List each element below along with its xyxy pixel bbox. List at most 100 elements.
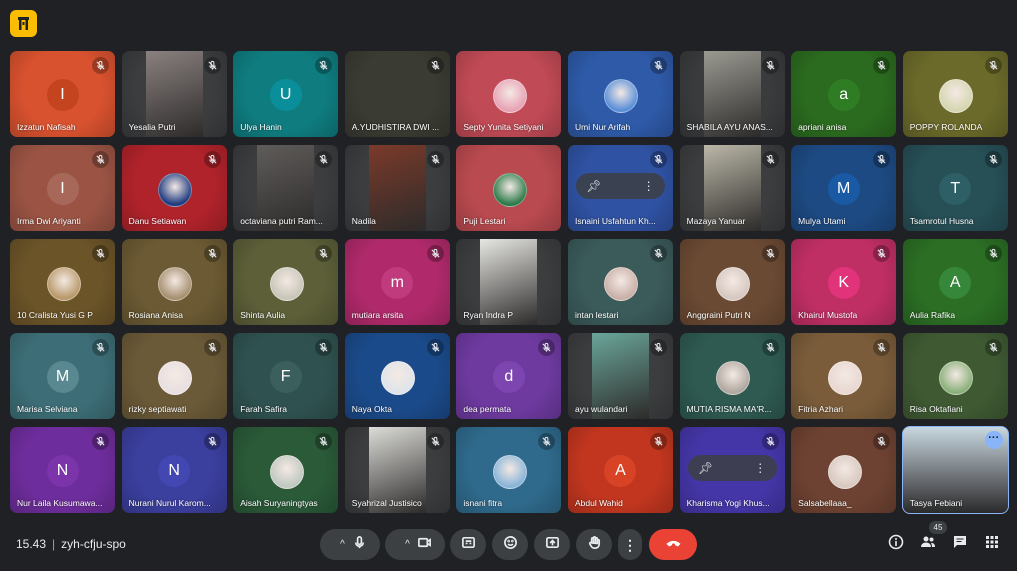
mic-control[interactable]: ^	[320, 529, 380, 560]
chevron-up-icon[interactable]: ^	[334, 539, 352, 550]
participant-tile[interactable]: A Abdul Wahid	[567, 427, 673, 513]
participant-tile[interactable]: Risa Oktafiani	[902, 333, 1008, 419]
participant-tile[interactable]: Anggraini Putri N	[679, 239, 785, 325]
participant-tile[interactable]: Umi Nur Arifah	[567, 51, 673, 137]
camera-control[interactable]: ^	[385, 529, 445, 560]
more-horiz-icon[interactable]: ···	[984, 431, 1003, 449]
avatar: K	[827, 267, 860, 299]
participant-tile[interactable]: N Nurani Nurul Karom...	[121, 427, 227, 513]
participant-tile[interactable]: Rosiana Anisa	[121, 239, 227, 325]
participant-tile[interactable]: U Ulya Hanin	[233, 51, 339, 137]
participant-tile[interactable]: Aisah Suryaningtyas	[233, 427, 339, 513]
participant-tile[interactable]: A.YUDHISTIRA DWI ...	[344, 51, 450, 137]
mic-off-icon	[426, 339, 444, 356]
participant-name: Aisah Suryaningtyas	[240, 498, 318, 508]
participant-tile[interactable]: ··· Tasya Febiani	[901, 426, 1009, 514]
chevron-up-icon[interactable]: ^	[399, 539, 417, 550]
chat-icon	[952, 534, 968, 555]
participant-tile[interactable]: 10 Cralista Yusi G P	[10, 239, 115, 325]
participant-tile[interactable]: Mazaya Yanuar	[679, 145, 785, 231]
activities-button[interactable]	[982, 534, 1002, 554]
participant-tile[interactable]: Septy Yunita Setiyani	[456, 51, 562, 137]
participant-tile[interactable]: I Izzatun Nafisah	[10, 51, 115, 137]
participant-name: Farah Safira	[240, 404, 287, 414]
participant-tile[interactable]: A Aulia Rafika	[902, 239, 1008, 325]
participant-name: Tasya Febiani	[909, 498, 963, 508]
participant-tile[interactable]: Salsabellaaa_	[791, 427, 897, 513]
participant-tile[interactable]: Shinta Aulia	[233, 239, 339, 325]
participant-tile[interactable]: ayu wulandari	[567, 333, 673, 419]
participant-tile[interactable]: F Farah Safira	[233, 333, 339, 419]
participant-tile[interactable]: d dea permata	[456, 333, 562, 419]
more-vert-icon[interactable]: ⋮	[643, 179, 655, 193]
participant-tile[interactable]: m mutiara arsita	[344, 239, 450, 325]
end-call-button[interactable]	[649, 529, 697, 560]
meeting-badge-icon[interactable]	[10, 10, 37, 37]
participant-tile[interactable]: 📌︎ ⋮ Kharisma Yogi Khus...	[679, 427, 785, 513]
mic-off-icon	[873, 245, 891, 262]
participant-name: Nur Laila Kusumawa...	[17, 498, 103, 508]
participant-name: Yesalia Putri	[128, 122, 176, 132]
pin-icon[interactable]: 📌︎	[586, 179, 601, 193]
participant-name: Naya Okta	[351, 404, 392, 414]
participant-tile[interactable]: POPPY ROLANDA	[902, 51, 1008, 137]
participant-tile[interactable]: Nadila	[344, 145, 450, 231]
more-options-button[interactable]: ⋮	[618, 529, 642, 560]
participant-tile[interactable]: I Irma Dwi Ariyanti	[10, 145, 115, 231]
meeting-code: zyh-cfju-spo	[61, 537, 126, 551]
more-vert-icon: ⋮	[623, 536, 637, 553]
emoji-icon	[503, 535, 518, 555]
participant-name: isnani fitra	[463, 498, 503, 508]
participant-tile[interactable]: octaviana putri Ram...	[233, 145, 339, 231]
avatar	[939, 361, 974, 395]
participant-tile[interactable]: a apriani anisa	[791, 51, 897, 137]
captions-button[interactable]	[450, 529, 486, 560]
participant-tile[interactable]: rizky septiawati	[121, 333, 227, 419]
avatar: I	[46, 79, 79, 111]
participant-name: Danu Setiawan	[128, 216, 187, 226]
participant-tile[interactable]: SHABILA AYU ANAS...	[679, 51, 785, 137]
mic-off-icon	[426, 245, 444, 262]
microphone-icon[interactable]	[352, 535, 367, 555]
participant-tile[interactable]: Fitria Azhari	[791, 333, 897, 419]
avatar: T	[939, 173, 972, 205]
people-icon	[920, 534, 936, 555]
participant-name: Kharisma Yogi Khus...	[686, 498, 770, 508]
pin-icon[interactable]: 📌︎	[698, 461, 713, 475]
participant-tile[interactable]: Yesalia Putri	[121, 51, 227, 137]
participant-tile[interactable]: N Nur Laila Kusumawa...	[10, 427, 115, 513]
participant-tile[interactable]: Syahrizal Justisico	[344, 427, 450, 513]
participant-tile[interactable]: isnani fitra	[456, 427, 562, 513]
more-vert-icon[interactable]: ⋮	[754, 461, 766, 475]
participant-name: Marisa Selviana	[17, 404, 78, 414]
tile-hover-controls: 📌︎ ⋮	[687, 455, 777, 483]
info-button[interactable]	[886, 534, 906, 554]
participant-tile[interactable]: M Marisa Selviana	[10, 333, 115, 419]
present-button[interactable]	[534, 529, 570, 560]
people-button[interactable]	[918, 534, 938, 554]
participant-tile[interactable]: Naya Okta	[344, 333, 450, 419]
tile-hover-controls: 📌︎ ⋮	[575, 173, 665, 201]
mic-off-icon	[873, 433, 891, 450]
participant-tile[interactable]: K Khairul Mustofa	[791, 239, 897, 325]
participant-tile[interactable]: Danu Setiawan	[121, 145, 227, 231]
participant-tile[interactable]: M Mulya Utami	[791, 145, 897, 231]
participant-tile[interactable]: T Tsamrotul Husna	[902, 145, 1008, 231]
chat-button[interactable]	[950, 534, 970, 554]
participant-tile[interactable]: MUTIA RISMA MA'R...	[679, 333, 785, 419]
participant-tile[interactable]: 📌︎ ⋮ Isnaini Usfahtun Kh...	[567, 145, 673, 231]
mic-off-icon	[761, 339, 779, 356]
raise-hand-button[interactable]	[576, 529, 612, 560]
participant-name: Risa Oktafiani	[909, 404, 963, 414]
avatar: N	[158, 455, 191, 487]
participant-name: Khairul Mustofa	[798, 310, 858, 320]
avatar: F	[269, 361, 302, 393]
participant-tile[interactable]: Puji Lestari	[456, 145, 562, 231]
video-camera-icon[interactable]	[417, 535, 432, 555]
participant-tile[interactable]: Ryan Indra P	[456, 239, 562, 325]
mic-off-icon	[761, 151, 779, 168]
participant-tile[interactable]: intan lestari	[567, 239, 673, 325]
avatar	[604, 79, 639, 113]
emoji-button[interactable]	[492, 529, 528, 560]
mic-off-icon	[426, 57, 444, 74]
